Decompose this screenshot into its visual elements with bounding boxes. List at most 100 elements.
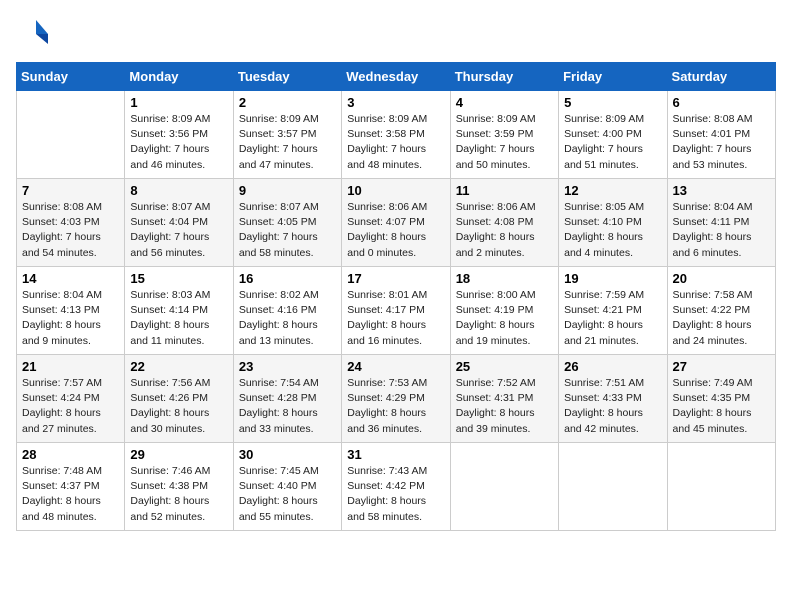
day-number: 27 — [673, 359, 770, 374]
day-number: 11 — [456, 183, 553, 198]
day-info: Sunrise: 8:09 AMSunset: 3:59 PMDaylight:… — [456, 112, 553, 173]
calendar-table: SundayMondayTuesdayWednesdayThursdayFrid… — [16, 62, 776, 531]
calendar-cell: 31 Sunrise: 7:43 AMSunset: 4:42 PMDayligh… — [342, 443, 450, 531]
day-info: Sunrise: 8:09 AMSunset: 4:00 PMDaylight:… — [564, 112, 661, 173]
calendar-cell: 16 Sunrise: 8:02 AMSunset: 4:16 PMDayligh… — [233, 267, 341, 355]
day-number: 15 — [130, 271, 227, 286]
calendar-cell: 23 Sunrise: 7:54 AMSunset: 4:28 PMDayligh… — [233, 355, 341, 443]
day-info: Sunrise: 8:01 AMSunset: 4:17 PMDaylight:… — [347, 288, 444, 349]
calendar-cell: 8 Sunrise: 8:07 AMSunset: 4:04 PMDaylight… — [125, 179, 233, 267]
day-number: 2 — [239, 95, 336, 110]
calendar-cell: 4 Sunrise: 8:09 AMSunset: 3:59 PMDaylight… — [450, 91, 558, 179]
col-header-sunday: Sunday — [17, 63, 125, 91]
logo-icon — [16, 16, 52, 52]
calendar-cell: 21 Sunrise: 7:57 AMSunset: 4:24 PMDayligh… — [17, 355, 125, 443]
calendar-cell: 30Sunrise: 7:45 AMSunset: 4:40 PMDayligh… — [233, 443, 341, 531]
calendar-cell: 28 Sunrise: 7:48 AMSunset: 4:37 PMDayligh… — [17, 443, 125, 531]
day-info: Sunrise: 8:09 AMSunset: 3:56 PMDaylight:… — [130, 112, 227, 173]
calendar-cell — [559, 443, 667, 531]
calendar-week-3: 14 Sunrise: 8:04 AMSunset: 4:13 PMDayligh… — [17, 267, 776, 355]
day-number: 22 — [130, 359, 227, 374]
day-info: Sunrise: 7:57 AMSunset: 4:24 PMDaylight:… — [22, 376, 119, 437]
calendar-cell: 13Sunrise: 8:04 AMSunset: 4:11 PMDayligh… — [667, 179, 775, 267]
day-info: Sunrise: 7:59 AMSunset: 4:21 PMDaylight:… — [564, 288, 661, 349]
calendar-header: SundayMondayTuesdayWednesdayThursdayFrid… — [17, 63, 776, 91]
calendar-cell: 12 Sunrise: 8:05 AMSunset: 4:10 PMDayligh… — [559, 179, 667, 267]
calendar-cell: 10 Sunrise: 8:06 AMSunset: 4:07 PMDayligh… — [342, 179, 450, 267]
col-header-tuesday: Tuesday — [233, 63, 341, 91]
day-number: 23 — [239, 359, 336, 374]
calendar-cell: 5 Sunrise: 8:09 AMSunset: 4:00 PMDaylight… — [559, 91, 667, 179]
day-info: Sunrise: 7:46 AMSunset: 4:38 PMDaylight:… — [130, 464, 227, 525]
calendar-week-4: 21 Sunrise: 7:57 AMSunset: 4:24 PMDayligh… — [17, 355, 776, 443]
calendar-cell: 22 Sunrise: 7:56 AMSunset: 4:26 PMDayligh… — [125, 355, 233, 443]
calendar-cell: 9 Sunrise: 8:07 AMSunset: 4:05 PMDaylight… — [233, 179, 341, 267]
calendar-cell — [450, 443, 558, 531]
page-header — [16, 16, 776, 52]
col-header-saturday: Saturday — [667, 63, 775, 91]
day-number: 19 — [564, 271, 661, 286]
day-number: 9 — [239, 183, 336, 198]
calendar-cell: 14 Sunrise: 8:04 AMSunset: 4:13 PMDayligh… — [17, 267, 125, 355]
day-info: Sunrise: 8:05 AMSunset: 4:10 PMDaylight:… — [564, 200, 661, 261]
day-number: 6 — [673, 95, 770, 110]
calendar-cell: 27 Sunrise: 7:49 AMSunset: 4:35 PMDayligh… — [667, 355, 775, 443]
calendar-cell: 20Sunrise: 7:58 AMSunset: 4:22 PMDayligh… — [667, 267, 775, 355]
day-number: 18 — [456, 271, 553, 286]
calendar-cell: 24 Sunrise: 7:53 AMSunset: 4:29 PMDayligh… — [342, 355, 450, 443]
calendar-cell: 18 Sunrise: 8:00 AMSunset: 4:19 PMDayligh… — [450, 267, 558, 355]
day-info: Sunrise: 7:53 AMSunset: 4:29 PMDaylight:… — [347, 376, 444, 437]
day-number: 3 — [347, 95, 444, 110]
day-info: Sunrise: 8:09 AMSunset: 3:57 PMDaylight:… — [239, 112, 336, 173]
day-info: Sunrise: 7:54 AMSunset: 4:28 PMDaylight:… — [239, 376, 336, 437]
calendar-cell — [667, 443, 775, 531]
day-info: Sunrise: 7:48 AMSunset: 4:37 PMDaylight:… — [22, 464, 119, 525]
calendar-cell: 1 Sunrise: 8:09 AMSunset: 3:56 PMDaylight… — [125, 91, 233, 179]
day-info: Sunrise: 8:04 AMSunset: 4:13 PMDaylight:… — [22, 288, 119, 349]
calendar-cell: 7 Sunrise: 8:08 AMSunset: 4:03 PMDaylight… — [17, 179, 125, 267]
day-number: 7 — [22, 183, 119, 198]
day-info: Sunrise: 8:06 AMSunset: 4:07 PMDaylight:… — [347, 200, 444, 261]
day-info: Sunrise: 8:08 AMSunset: 4:03 PMDaylight:… — [22, 200, 119, 261]
day-info: Sunrise: 8:07 AMSunset: 4:04 PMDaylight:… — [130, 200, 227, 261]
day-info: Sunrise: 7:58 AMSunset: 4:22 PMDaylight:… — [673, 288, 770, 349]
day-info: Sunrise: 8:08 AMSunset: 4:01 PMDaylight:… — [673, 112, 770, 173]
calendar-week-2: 7 Sunrise: 8:08 AMSunset: 4:03 PMDaylight… — [17, 179, 776, 267]
day-info: Sunrise: 8:02 AMSunset: 4:16 PMDaylight:… — [239, 288, 336, 349]
day-info: Sunrise: 7:43 AMSunset: 4:42 PMDaylight:… — [347, 464, 444, 525]
col-header-wednesday: Wednesday — [342, 63, 450, 91]
day-number: 12 — [564, 183, 661, 198]
col-header-friday: Friday — [559, 63, 667, 91]
day-number: 5 — [564, 95, 661, 110]
day-number: 1 — [130, 95, 227, 110]
day-number: 10 — [347, 183, 444, 198]
day-info: Sunrise: 7:51 AMSunset: 4:33 PMDaylight:… — [564, 376, 661, 437]
calendar-cell: 17Sunrise: 8:01 AMSunset: 4:17 PMDayligh… — [342, 267, 450, 355]
day-info: Sunrise: 8:07 AMSunset: 4:05 PMDaylight:… — [239, 200, 336, 261]
calendar-cell: 15 Sunrise: 8:03 AMSunset: 4:14 PMDayligh… — [125, 267, 233, 355]
calendar-cell: 3 Sunrise: 8:09 AMSunset: 3:58 PMDaylight… — [342, 91, 450, 179]
day-number: 14 — [22, 271, 119, 286]
calendar-cell — [17, 91, 125, 179]
day-info: Sunrise: 8:03 AMSunset: 4:14 PMDaylight:… — [130, 288, 227, 349]
day-number: 21 — [22, 359, 119, 374]
day-number: 4 — [456, 95, 553, 110]
logo — [16, 16, 56, 52]
day-number: 8 — [130, 183, 227, 198]
day-info: Sunrise: 7:49 AMSunset: 4:35 PMDaylight:… — [673, 376, 770, 437]
day-info: Sunrise: 8:00 AMSunset: 4:19 PMDaylight:… — [456, 288, 553, 349]
day-number: 16 — [239, 271, 336, 286]
day-info: Sunrise: 8:09 AMSunset: 3:58 PMDaylight:… — [347, 112, 444, 173]
day-number: 28 — [22, 447, 119, 462]
day-number: 29 — [130, 447, 227, 462]
calendar-cell: 26Sunrise: 7:51 AMSunset: 4:33 PMDayligh… — [559, 355, 667, 443]
day-info: Sunrise: 7:56 AMSunset: 4:26 PMDaylight:… — [130, 376, 227, 437]
day-number: 31 — [347, 447, 444, 462]
day-info: Sunrise: 8:06 AMSunset: 4:08 PMDaylight:… — [456, 200, 553, 261]
day-number: 25 — [456, 359, 553, 374]
calendar-cell: 6 Sunrise: 8:08 AMSunset: 4:01 PMDaylight… — [667, 91, 775, 179]
calendar-week-5: 28 Sunrise: 7:48 AMSunset: 4:37 PMDayligh… — [17, 443, 776, 531]
calendar-cell: 2 Sunrise: 8:09 AMSunset: 3:57 PMDaylight… — [233, 91, 341, 179]
day-number: 24 — [347, 359, 444, 374]
day-number: 30 — [239, 447, 336, 462]
